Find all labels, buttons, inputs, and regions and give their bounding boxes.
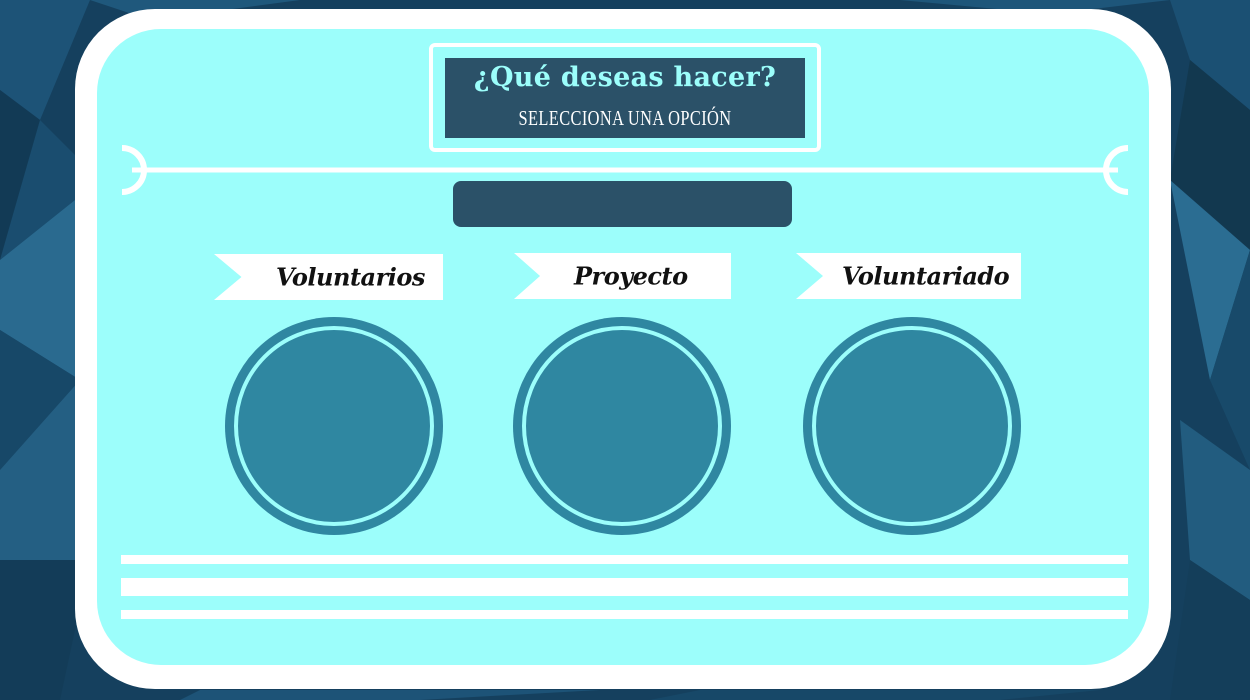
page-subtitle: SELECCIONA UNA OPCIÓN <box>518 106 732 130</box>
option-ring <box>234 326 434 526</box>
ribbon-proyecto: Proyecto <box>514 253 731 299</box>
option-label-proyecto: Proyecto <box>574 261 688 291</box>
option-label-voluntarios: Voluntarios <box>276 262 425 292</box>
option-ring <box>522 326 722 526</box>
footer-stripe <box>121 610 1128 619</box>
ribbon-voluntarios: Voluntarios <box>214 254 443 300</box>
selection-bar <box>453 181 792 227</box>
footer-stripe <box>121 555 1128 564</box>
option-voluntarios-button[interactable] <box>225 317 443 535</box>
option-voluntariado-button[interactable] <box>803 317 1021 535</box>
footer-stripe <box>121 578 1128 596</box>
title-box: ¿Qué deseas hacer? SELECCIONA UNA OPCIÓN <box>445 58 805 138</box>
ribbon-voluntariado: Voluntariado <box>796 253 1021 299</box>
option-ring <box>812 326 1012 526</box>
page-title: ¿Qué deseas hacer? <box>473 62 777 93</box>
option-proyecto-button[interactable] <box>513 317 731 535</box>
option-label-voluntariado: Voluntariado <box>842 261 1010 291</box>
